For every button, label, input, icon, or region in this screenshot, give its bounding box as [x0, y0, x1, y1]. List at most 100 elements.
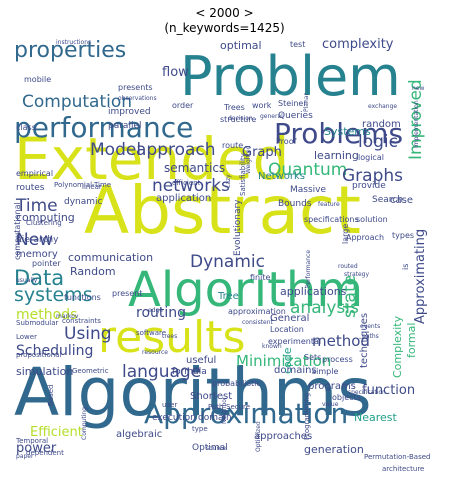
cloud-word: Geometric [72, 367, 109, 375]
cloud-word: Dynamic [190, 252, 265, 272]
cloud-word: large [341, 223, 350, 244]
cloud-word: hierarchy [16, 235, 59, 245]
cloud-word: probabilistic [212, 379, 261, 388]
cloud-word: flow [162, 65, 189, 80]
cloud-word: Optimized [255, 421, 262, 452]
cloud-word: general [260, 113, 283, 120]
cloud-word: Problem [180, 45, 401, 108]
cloud-word: Performance [305, 249, 312, 288]
cloud-word: algebraic [116, 429, 163, 440]
cloud-word: Lower [16, 333, 37, 341]
cloud-word: Massive [290, 185, 327, 195]
cloud-word: architecture [382, 465, 425, 473]
cloud-word: type [192, 425, 208, 433]
cloud-word: events [360, 323, 381, 330]
cloud-word: optimal [220, 39, 262, 52]
cloud-word: Complexity [391, 315, 404, 378]
cloud-word: routed [338, 263, 358, 270]
cloud-word: logical [358, 153, 384, 162]
cloud-word: Using [64, 324, 112, 344]
cloud-word: specification [348, 389, 386, 396]
cloud-word: applications [280, 285, 347, 298]
title-line-period: < 2000 > [195, 6, 254, 20]
cloud-word: Trees [224, 103, 245, 112]
cloud-word: solution [356, 215, 388, 224]
cloud-word: useful [186, 355, 217, 366]
cloud-word: Based [47, 384, 55, 407]
cloud-word: presents [118, 83, 153, 92]
cloud-word: application [156, 193, 212, 204]
cloud-word: types [392, 231, 415, 240]
cloud-word: Planar [303, 93, 310, 112]
cloud-word: Submodular [16, 319, 59, 327]
cloud-word: consistent [242, 319, 273, 326]
cloud-word: strategy [344, 271, 370, 278]
cloud-word: new [412, 85, 425, 92]
cloud-word: paths [362, 333, 379, 340]
cloud-word: Programming [303, 392, 311, 440]
cloud-word: test [290, 40, 306, 49]
cloud-word: routes [16, 183, 45, 193]
cloud-word: Secure [226, 403, 251, 411]
cloud-word: formula [172, 367, 207, 377]
cloud-word: user [162, 401, 178, 409]
cloud-word: Permutation-Based [364, 453, 431, 461]
cloud-word: performance [14, 111, 194, 144]
cloud-word: Approximating [413, 228, 428, 324]
cloud-word: parallel [108, 121, 142, 131]
cloud-word: random [362, 119, 401, 130]
title-line-keyword-count: (n_keywords=1425) [164, 21, 285, 35]
cloud-word: propositional [16, 351, 62, 359]
cloud-word: Temporal [16, 437, 49, 445]
cloud-word: usually [16, 277, 38, 284]
cloud-word: simulation [16, 365, 74, 378]
cloud-word: provide [352, 181, 386, 191]
cloud-word: Weighted [245, 145, 252, 174]
cloud-word: semantics [164, 161, 226, 175]
cloud-word: Proof [276, 137, 297, 146]
cloud-word: formal [405, 322, 418, 358]
cloud-word: Location [270, 325, 304, 334]
cloud-word: mobile [24, 75, 52, 84]
cloud-word: Computing [81, 407, 88, 440]
cloud-word: decision [228, 115, 253, 122]
cloud-word: computational [13, 202, 22, 260]
cloud-word: Lazy [225, 174, 232, 188]
cloud-word: class [16, 123, 36, 132]
cloud-word: code [281, 347, 294, 374]
cloud-word: source [206, 445, 226, 452]
cloud-word: is [401, 263, 410, 270]
cloud-word: feature [318, 201, 340, 208]
cloud-word: instructions [56, 39, 92, 46]
cloud-word: trees [162, 333, 178, 340]
cloud-word: present [112, 289, 143, 298]
cloud-word: paper [16, 453, 34, 460]
cloud-word: techniques [359, 312, 370, 368]
cloud-word: Nearest [354, 411, 397, 424]
cloud-word: Random [70, 265, 116, 278]
figure-title: < 2000 > (n_keywords=1425) [0, 6, 449, 36]
cloud-word: simple [312, 367, 339, 376]
cloud-word: Bounds [278, 199, 312, 209]
cloud-word: empirical [16, 169, 54, 178]
cloud-word: Search [372, 195, 403, 205]
cloud-word: Queries [278, 111, 313, 121]
cloud-word: generation [304, 443, 364, 456]
cloud-word: resource [142, 349, 168, 356]
cloud-word: Approach [346, 233, 385, 242]
cloud-word: Tree [218, 291, 239, 302]
cloud-word: approach [136, 140, 216, 160]
cloud-word: edge [148, 307, 163, 314]
cloud-word: improved [108, 107, 151, 117]
cloud-word: Model [90, 140, 142, 160]
cloud-word: functions [64, 293, 101, 302]
cloud-word: value [322, 401, 339, 408]
cloud-word: Neighbor [221, 396, 228, 424]
cloud-word: finite [250, 273, 271, 282]
cloud-word: known [262, 343, 282, 350]
cloud-word: efficient [172, 179, 201, 187]
cloud-word: communication [68, 251, 154, 264]
cloud-word: exchange [368, 103, 398, 110]
cloud-word: approximation [228, 307, 286, 316]
cloud-word: Sets [304, 353, 322, 362]
